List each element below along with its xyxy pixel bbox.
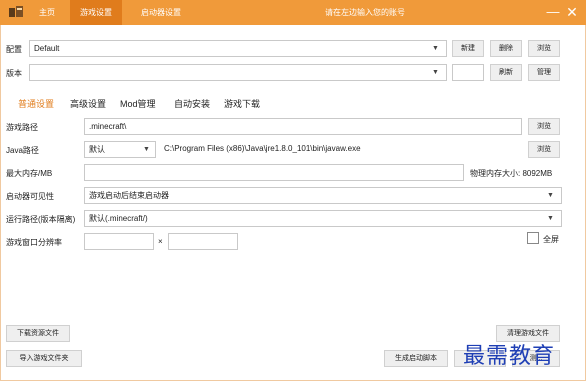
close-icon[interactable]: ✕ (564, 4, 580, 20)
fullscreen-checkbox[interactable] (527, 232, 539, 244)
java-path-value: C:\Program Files (x86)\Java\jre1.8.0_101… (164, 144, 361, 153)
launcher-visibility-select[interactable]: 游戏启动后结束启动器 (84, 187, 562, 204)
chevron-down-icon[interactable]: ▼ (547, 211, 554, 226)
memory-input[interactable] (84, 164, 464, 181)
manage-button[interactable]: 管理 (528, 64, 560, 81)
version-label: 版本 (6, 69, 22, 78)
memory-label: 最大内存/MB (6, 169, 53, 178)
run-path-label: 运行路径(版本隔离) (6, 215, 76, 224)
profile-value: Default (34, 44, 60, 53)
watermark-text: 最需教育 (463, 344, 556, 369)
refresh-button[interactable]: 刷新 (490, 64, 522, 81)
tab-home[interactable]: 主页 (30, 0, 64, 25)
browse-profile-button[interactable]: 浏览 (528, 40, 560, 57)
run-path-select[interactable]: 默认(.minecraft/) (84, 210, 562, 227)
subtab-auto-install[interactable]: 自动安装 (174, 97, 210, 110)
chevron-down-icon[interactable]: ▼ (547, 188, 554, 203)
chevron-down-icon[interactable]: ▼ (432, 65, 439, 80)
subtab-general[interactable]: 普通设置 (18, 97, 54, 110)
game-path-label: 游戏路径 (6, 123, 38, 132)
chevron-down-icon[interactable]: ▼ (432, 41, 439, 56)
game-path-value: .minecraft\ (89, 122, 127, 131)
browse-java-button[interactable]: 浏览 (528, 141, 560, 158)
account-hint: 请在左边输入您的账号 (325, 8, 405, 17)
resolution-separator: × (158, 237, 163, 246)
java-select-value: 默认 (89, 145, 105, 154)
run-path-value: 默认(.minecraft/) (89, 214, 148, 223)
launcher-visibility-label: 启动器可见性 (6, 192, 54, 201)
app-logo-icon (9, 6, 23, 17)
fullscreen-label: 全屏 (543, 235, 559, 244)
profile-label: 配置 (6, 45, 22, 54)
title-bar: 主页 游戏设置 启动器设置 请在左边输入您的账号 — ✕ (0, 0, 586, 25)
browse-game-path-button[interactable]: 浏览 (528, 118, 560, 135)
download-resources-button[interactable]: 下载资源文件 (6, 325, 70, 342)
tab-launcher-settings[interactable]: 启动器设置 (130, 0, 192, 25)
subtab-mods[interactable]: Mod管理 (120, 97, 156, 110)
java-path-label: Java路径 (6, 146, 39, 155)
subtab-advanced[interactable]: 高级设置 (70, 97, 106, 110)
physical-memory-text: 物理内存大小: 8092MB (470, 169, 553, 178)
version-extra-field[interactable] (452, 64, 484, 81)
profile-select[interactable]: Default (29, 40, 447, 57)
tab-game-settings[interactable]: 游戏设置 (70, 0, 122, 25)
delete-profile-button[interactable]: 删除 (490, 40, 522, 57)
resolution-height-input[interactable] (168, 233, 238, 250)
subtab-game-download[interactable]: 游戏下载 (224, 97, 260, 110)
generate-launch-script-button[interactable]: 生成启动脚本 (384, 350, 448, 367)
resolution-label: 游戏窗口分辨率 (6, 238, 62, 247)
resolution-width-input[interactable] (84, 233, 154, 250)
import-game-folder-button[interactable]: 导入游戏文件夹 (6, 350, 82, 367)
chevron-down-icon[interactable]: ▼ (143, 142, 150, 157)
launcher-visibility-value: 游戏启动后结束启动器 (89, 191, 169, 200)
version-select[interactable] (29, 64, 447, 81)
minimize-icon[interactable]: — (546, 4, 560, 20)
java-path-input[interactable]: C:\Program Files (x86)\Java\jre1.8.0_101… (160, 141, 522, 158)
new-profile-button[interactable]: 新建 (452, 40, 484, 57)
game-path-input[interactable]: .minecraft\ (84, 118, 522, 135)
